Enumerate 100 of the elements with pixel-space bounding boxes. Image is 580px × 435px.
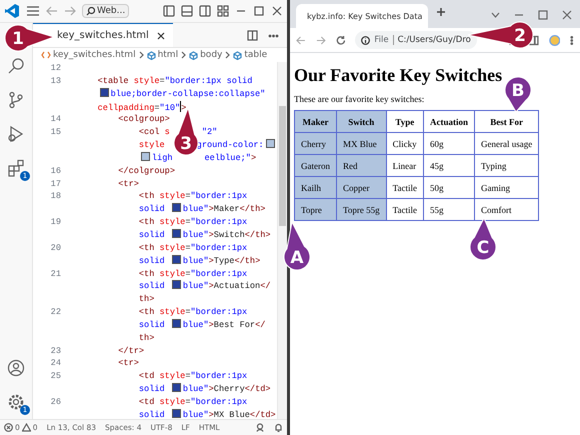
- table-cell: Tactile: [386, 198, 424, 220]
- line-number: 26: [50, 396, 61, 407]
- address-bar[interactable]: File C:/Users/Guy/Dro: [355, 31, 477, 49]
- line-number: 19: [50, 217, 61, 228]
- code-line: th>: [138, 293, 154, 306]
- app-logo-icon[interactable]: [4, 3, 20, 19]
- more-menu-icon[interactable]: [570, 34, 574, 46]
- table-cell: Red: [336, 154, 386, 176]
- chevron-right-icon: [225, 51, 230, 59]
- table-header: Type: [386, 110, 424, 132]
- table-cell: MX Blue: [336, 132, 386, 154]
- code-line: <tr>: [118, 357, 139, 370]
- code-line: </tr>: [118, 344, 144, 358]
- table-cell: General usage: [474, 132, 539, 154]
- breadcrumb-item[interactable]: html: [158, 50, 178, 60]
- new-tab-icon[interactable]: [436, 7, 446, 17]
- breadcrumb-item[interactable]: table: [244, 50, 268, 60]
- cube-icon: [233, 50, 242, 60]
- table-cell: Kailh: [294, 176, 336, 198]
- table-cell: 60g: [423, 132, 474, 154]
- code-line: </colgroup>: [118, 164, 175, 178]
- table-cell: Gateron: [294, 154, 336, 176]
- maximize-icon[interactable]: [538, 10, 548, 20]
- sidebar-layout-icon[interactable]: [163, 5, 175, 17]
- table-cell: Topre 55g: [336, 198, 386, 220]
- table-cell: Gaming: [474, 176, 539, 198]
- line-number: 14: [50, 114, 61, 124]
- callout-marker: 1: [4, 24, 54, 52]
- table-cell: Linear: [386, 154, 424, 176]
- line-number: 23: [50, 346, 61, 356]
- run-debug-icon[interactable]: [7, 125, 25, 143]
- chevron-down-icon[interactable]: [491, 12, 500, 18]
- code-line: <th style="border:1px: [138, 306, 248, 319]
- split-layout-icon[interactable]: [199, 5, 211, 17]
- code-line: <td style="border:1px: [138, 370, 248, 384]
- source-control-icon[interactable]: [7, 91, 25, 109]
- code-line: <th style="border:1px: [138, 190, 248, 204]
- breadcrumb-item[interactable]: key_switches.html: [53, 50, 136, 60]
- line-number: 12: [50, 63, 61, 73]
- table-header: Actuation: [423, 110, 474, 132]
- code-line: <tr>: [118, 178, 139, 190]
- line-number: 18: [50, 191, 61, 202]
- table-cell: 50g: [423, 176, 474, 198]
- line-number: 25: [50, 371, 61, 382]
- file-tab[interactable]: key_switches.html: [33, 23, 173, 47]
- split-editor-icon[interactable]: [247, 30, 258, 40]
- breadcrumb-item[interactable]: body: [200, 50, 222, 60]
- close-icon[interactable]: [156, 32, 165, 40]
- code-file-icon: [41, 51, 51, 59]
- table-header: Maker: [294, 110, 336, 132]
- callout-marker: C: [470, 218, 496, 260]
- cube-icon: [146, 50, 156, 60]
- table-header: Switch: [336, 110, 386, 132]
- browser-tab[interactable]: kybz.info: Key Switches Data: [296, 4, 428, 28]
- code-line: solid blue">Actuation</: [138, 280, 271, 294]
- code-line: th>: [138, 332, 154, 345]
- code-line: <th style="border:1px: [138, 242, 248, 255]
- callout-marker: B: [504, 76, 532, 112]
- search-icon[interactable]: [7, 57, 25, 75]
- chevron-right-icon: [138, 51, 144, 59]
- reload-icon[interactable]: [336, 34, 346, 46]
- panel-layout-icon[interactable]: [181, 5, 193, 17]
- line-number: 17: [50, 178, 61, 189]
- search-field[interactable]: Web...: [82, 4, 130, 18]
- account-icon[interactable]: [7, 359, 25, 377]
- close-icon[interactable]: [271, 5, 283, 17]
- code-line: solid blue">Switch</th>: [138, 228, 271, 242]
- scrollbar[interactable]: [277, 62, 287, 419]
- table-cell: 45g: [423, 154, 474, 176]
- error-icon: [4, 423, 13, 432]
- line-number: 15: [50, 127, 61, 138]
- line-number: 22: [50, 307, 61, 318]
- extensions-icon[interactable]: [7, 159, 25, 177]
- table-cell: Copper: [336, 176, 386, 198]
- line-number: 20: [50, 242, 61, 253]
- callout-marker: A: [284, 222, 310, 270]
- code-line: <table style="border:1px solid: [98, 74, 252, 88]
- table-cell: Topre: [294, 198, 336, 220]
- table-cell: Cherry: [294, 132, 336, 154]
- table-cell: Typing: [474, 154, 539, 176]
- maximize-icon[interactable]: [253, 5, 265, 17]
- menu-icon[interactable]: [26, 5, 40, 17]
- cube-icon: [189, 50, 198, 60]
- code-line: solid blue">Maker</th>: [138, 203, 266, 216]
- settings-icon[interactable]: [7, 393, 25, 411]
- table-cell: 55g: [423, 198, 474, 220]
- code-line: <colgroup>: [118, 113, 170, 126]
- warning-icon: [22, 423, 31, 432]
- table-header: Best For: [474, 110, 539, 132]
- table-cell: Tactile: [386, 176, 424, 198]
- grid-layout-icon[interactable]: [217, 5, 229, 17]
- code-line: solid blue">MX Blue</td>: [138, 408, 276, 419]
- line-number: 16: [50, 166, 61, 176]
- bell-icon[interactable]: [274, 423, 283, 432]
- code-line: <td style="border:1px: [138, 396, 248, 409]
- info-icon: [361, 36, 370, 44]
- code-line: solid blue">Best For</: [138, 318, 266, 332]
- line-number: 13: [50, 76, 61, 86]
- search-icon: [86, 6, 95, 16]
- code-line: <th style="border:1px: [138, 268, 248, 280]
